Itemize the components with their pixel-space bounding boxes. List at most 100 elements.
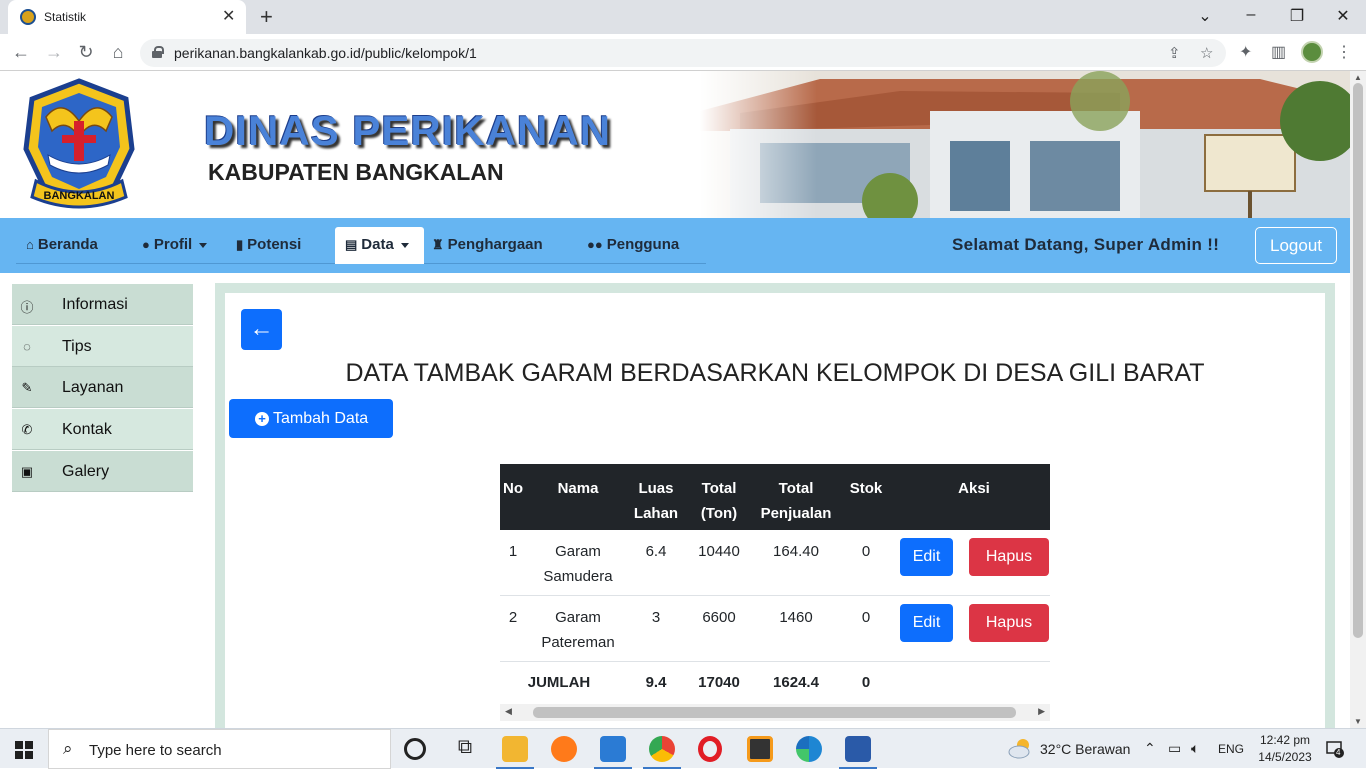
extensions-puzzle-icon[interactable]: ✦	[1239, 42, 1252, 62]
opera-icon[interactable]	[698, 736, 722, 762]
sidebar-item-informasi[interactable]: ⓘ Informasi	[12, 284, 193, 325]
back-button[interactable]: ←	[241, 309, 282, 350]
side-panel-icon[interactable]: ▥	[1271, 42, 1286, 62]
word-icon[interactable]	[839, 736, 877, 769]
page-vertical-scrollbar[interactable]: ▲ ▼	[1350, 71, 1366, 728]
taskbar-clock[interactable]: 12:42 pm 14/5/2023	[1254, 732, 1316, 766]
nav-potensi[interactable]: ▮ Potensi	[236, 236, 301, 253]
sidebar-item-label: Informasi	[62, 296, 128, 313]
minimize-icon[interactable]: –	[1239, 6, 1263, 24]
nav-penghargaan-label: Penghargaan	[447, 236, 543, 253]
weather-text[interactable]: 32°C Berawan	[1040, 741, 1130, 757]
sidebar-item-tips[interactable]: ◌ Tips	[12, 326, 193, 367]
scrollbar-thumb[interactable]	[1353, 83, 1363, 638]
chrome-icon[interactable]	[643, 736, 681, 769]
tab-search-chevron-icon[interactable]: ⌄	[1193, 6, 1217, 26]
cell-total: 6600	[702, 609, 736, 626]
sidebar-item-kontak[interactable]: ✆ Kontak	[12, 409, 193, 450]
vscode-icon[interactable]	[594, 736, 632, 769]
table-horizontal-scrollbar[interactable]: ◀ ▶	[500, 704, 1050, 721]
home-icon: ⌂	[26, 237, 34, 252]
cell-nama: Garam Patereman	[534, 605, 622, 655]
scroll-left-icon[interactable]: ◀	[505, 706, 512, 717]
cell-total: 10440	[698, 543, 740, 560]
sidebar-item-galery[interactable]: ▣ Galery	[12, 451, 193, 492]
close-window-icon[interactable]: ✕	[1331, 6, 1355, 26]
restore-icon[interactable]: ❐	[1285, 6, 1309, 26]
url-text[interactable]: perikanan.bangkalankab.go.id/public/kelo…	[174, 45, 477, 61]
office-building-photo	[700, 71, 1350, 218]
welcome-text: Selamat Datang, Super Admin !!	[952, 235, 1220, 254]
trophy-icon: ♜	[432, 237, 444, 252]
browser-tab-strip: Statistik ✕ + ⌄ – ❐ ✕	[0, 0, 1366, 34]
windows-start-icon[interactable]	[15, 741, 33, 759]
sidebar-item-layanan[interactable]: ✎ Layanan	[12, 367, 193, 408]
scroll-right-icon[interactable]: ▶	[1038, 706, 1045, 717]
header-no: No	[503, 480, 523, 497]
nav-profil[interactable]: ● Profil	[142, 236, 208, 253]
task-view-icon[interactable]: ⧉	[452, 736, 478, 762]
delete-button[interactable]: Hapus	[969, 538, 1049, 576]
scrollbar-thumb[interactable]	[533, 707, 1016, 718]
back-arrow-icon[interactable]: ←	[10, 42, 32, 63]
share-icon[interactable]: ⇪	[1168, 44, 1181, 62]
user-icon: ●	[142, 237, 150, 252]
header-penjualan: Total Penjualan	[756, 476, 836, 526]
header-aksi: Aksi	[958, 480, 990, 497]
battery-icon[interactable]: ▭	[1168, 740, 1181, 757]
edit-button[interactable]: Edit	[900, 538, 953, 576]
table-header: No Nama Luas Lahan Total (Ton) Total Penjua…	[500, 464, 1050, 530]
content-area: ← DATA TAMBAK GARAM BERDASARKAN KELOMPOK…	[215, 283, 1335, 728]
bookmark-star-icon[interactable]: ☆	[1200, 44, 1213, 62]
cell-nama-line1: Garam	[555, 543, 601, 560]
nav-beranda-label: Beranda	[37, 236, 98, 253]
logout-button[interactable]: Logout	[1255, 227, 1337, 264]
sidebar-item-label: Kontak	[62, 421, 112, 438]
new-tab-icon[interactable]: +	[260, 4, 273, 30]
nav-pengguna[interactable]: ●● Pengguna	[587, 236, 679, 253]
nav-data[interactable]: ▤ Data	[335, 227, 424, 264]
table-footer: JUMLAH 9.4 17040 1624.4 0	[500, 662, 1050, 704]
address-bar[interactable]: perikanan.bangkalankab.go.id/public/kelo…	[140, 39, 1226, 67]
nav-penghargaan[interactable]: ♜ Penghargaan	[432, 236, 543, 253]
edit-button[interactable]: Edit	[900, 604, 953, 642]
table-row: 1 Garam Samudera 6.4 10440 164.40 0 Edit …	[500, 530, 1050, 596]
site-title: DINAS PERIKANAN	[204, 107, 612, 154]
delete-button[interactable]: Hapus	[969, 604, 1049, 642]
close-tab-icon[interactable]: ✕	[222, 6, 235, 26]
footer-luas: 9.4	[645, 674, 667, 691]
header-total-line1: Total	[701, 480, 737, 497]
taskbar-search-box[interactable]: ⌕ Type here to search	[48, 729, 391, 769]
lock-icon[interactable]	[152, 46, 164, 58]
firefox-icon[interactable]	[551, 736, 577, 762]
header-stok: Stok	[849, 480, 883, 497]
weather-cloud-icon[interactable]	[1008, 737, 1032, 759]
edge-icon[interactable]	[796, 736, 822, 762]
browser-menu-icon[interactable]: ⋮	[1336, 42, 1352, 62]
home-icon[interactable]: ⌂	[107, 42, 129, 63]
profile-avatar[interactable]	[1301, 41, 1323, 63]
nav-data-inner[interactable]: ▤ Data	[345, 236, 409, 253]
language-indicator[interactable]: ENG	[1218, 742, 1244, 756]
add-data-button[interactable]: + Tambah Data	[229, 399, 393, 438]
main-navbar: ⌂ Beranda ● Profil ▮ Potensi ▤ Data ♜ Penghar…	[0, 218, 1350, 273]
notification-icon[interactable]: 4	[1326, 740, 1344, 758]
nav-beranda[interactable]: ⌂ Beranda	[26, 236, 98, 253]
file-explorer-icon[interactable]	[496, 736, 534, 769]
chevron-up-icon[interactable]: ⌃	[1144, 740, 1156, 757]
scroll-up-icon[interactable]: ▲	[1354, 73, 1362, 82]
reload-icon[interactable]: ↻	[75, 42, 97, 63]
volume-icon[interactable]: 🔈︎	[1191, 740, 1199, 757]
forward-arrow-icon[interactable]: →	[43, 42, 65, 63]
content-card: ← DATA TAMBAK GARAM BERDASARKAN KELOMPOK…	[225, 293, 1325, 728]
phone-icon: ✆	[21, 422, 33, 437]
cortana-icon[interactable]	[404, 738, 426, 760]
nav-pengguna-label: Pengguna	[606, 236, 680, 253]
browser-tab[interactable]: Statistik ✕	[8, 0, 246, 34]
header-luas: Luas Lahan	[630, 476, 682, 526]
sublime-text-icon[interactable]	[747, 736, 773, 762]
cell-luas: 3	[651, 609, 661, 626]
scroll-down-icon[interactable]: ▼	[1354, 717, 1362, 726]
chevron-down-icon	[199, 242, 208, 248]
site-subtitle: KABUPATEN BANGKALAN	[208, 159, 504, 185]
